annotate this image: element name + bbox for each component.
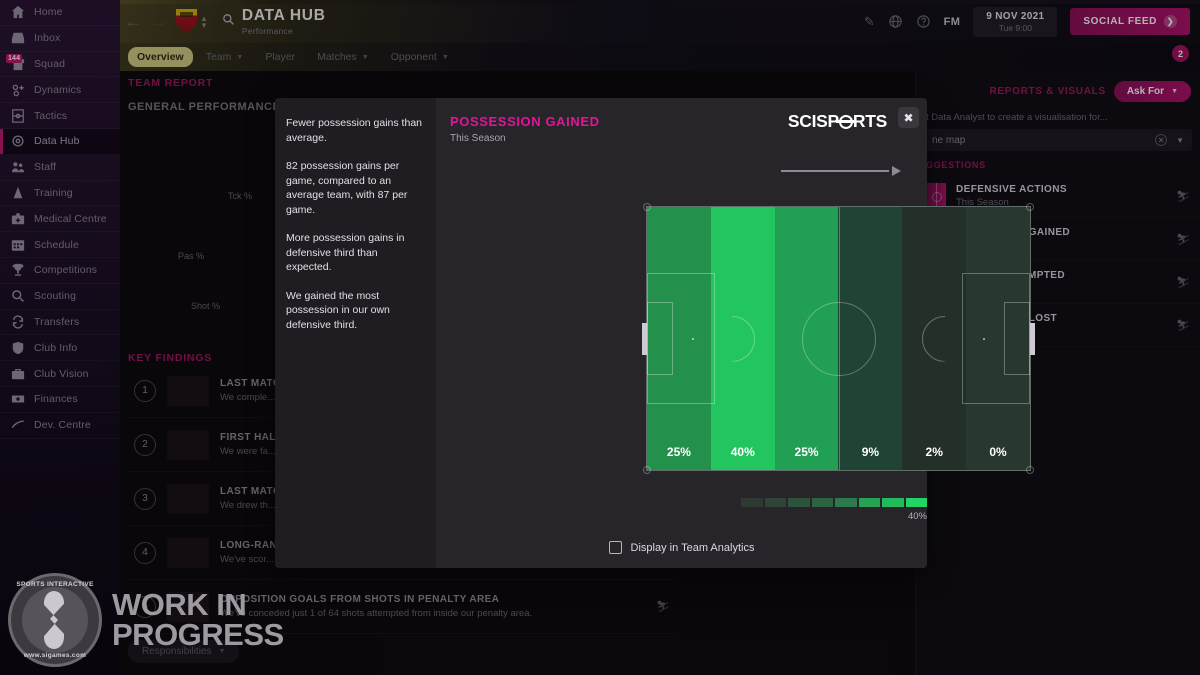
display-in-team-analytics-label: Display in Team Analytics xyxy=(630,541,755,554)
pitch-zone-value: 40% xyxy=(730,445,755,459)
modal-insights-panel: Fewer possession gains than average. 82 p… xyxy=(275,98,436,568)
pitch-zone-value: 25% xyxy=(666,445,691,459)
watermark-text: WORK IN PROGRESS xyxy=(112,587,284,652)
insight-paragraph: 82 possession gains per game, compared t… xyxy=(286,160,408,216)
scale-step xyxy=(905,498,927,507)
pitch-zone: 9% xyxy=(838,207,903,470)
pitch-zone-map: 25% 40% 25% 9% 2% 0% xyxy=(642,203,1035,474)
display-in-team-analytics-checkbox[interactable] xyxy=(608,541,622,554)
pitch-zone: 25% xyxy=(647,207,711,470)
work-in-progress-watermark: SPORTS INTERACTIVE www.sigames.com WORK … xyxy=(8,573,284,667)
close-icon[interactable]: ✖ xyxy=(898,107,919,128)
pitch-zone: 0% xyxy=(966,207,1030,470)
application-window: Home 144 Inbox Squad Dynamics Tactics Data Hub… xyxy=(0,0,1200,675)
scisports-logo: SCISP RTS xyxy=(787,111,887,131)
pitch-zone: 25% xyxy=(774,207,839,470)
pitch-zone: 40% xyxy=(710,207,775,470)
display-in-team-analytics-row[interactable]: Display in Team Analytics xyxy=(436,541,927,554)
modal-chart-panel: POSSESSION GAINED This Season SCISP RTS ✖… xyxy=(436,98,1035,568)
scale-max-label: 40% xyxy=(907,511,927,522)
pitch-zone: 2% xyxy=(902,207,967,470)
watermark-line-1: WORK IN xyxy=(112,587,247,622)
watermark-line-2: PROGRESS xyxy=(112,617,284,652)
insight-paragraph: More possession gains in defensive third… xyxy=(286,232,405,273)
pitch-zone-value: 2% xyxy=(925,445,943,459)
scale-step xyxy=(764,498,786,507)
scale-step xyxy=(858,498,880,507)
scale-step xyxy=(882,498,904,507)
insight-paragraph: Fewer possession gains than average. xyxy=(286,117,422,144)
pitch-zone-value: 25% xyxy=(794,445,819,459)
scisports-target-o-icon xyxy=(835,114,856,129)
scale-step xyxy=(835,498,857,507)
insight-paragraph: We gained the most possession in our own… xyxy=(286,289,390,331)
possession-gained-modal: Fewer possession gains than average. 82 p… xyxy=(275,98,1035,568)
scale-step xyxy=(811,498,833,507)
colour-scale-legend: 40% xyxy=(741,498,927,522)
direction-of-play-arrow-icon xyxy=(781,166,901,176)
modal-subtitle: This Season xyxy=(450,133,506,144)
pitch-zone-value: 0% xyxy=(989,445,1007,459)
scale-step xyxy=(741,498,763,507)
pitch-zone-value: 9% xyxy=(861,445,880,459)
sports-interactive-logo-icon: SPORTS INTERACTIVE www.sigames.com xyxy=(8,573,102,667)
logo-bottom-text: www.sigames.com xyxy=(23,652,87,659)
scale-step xyxy=(788,498,810,507)
